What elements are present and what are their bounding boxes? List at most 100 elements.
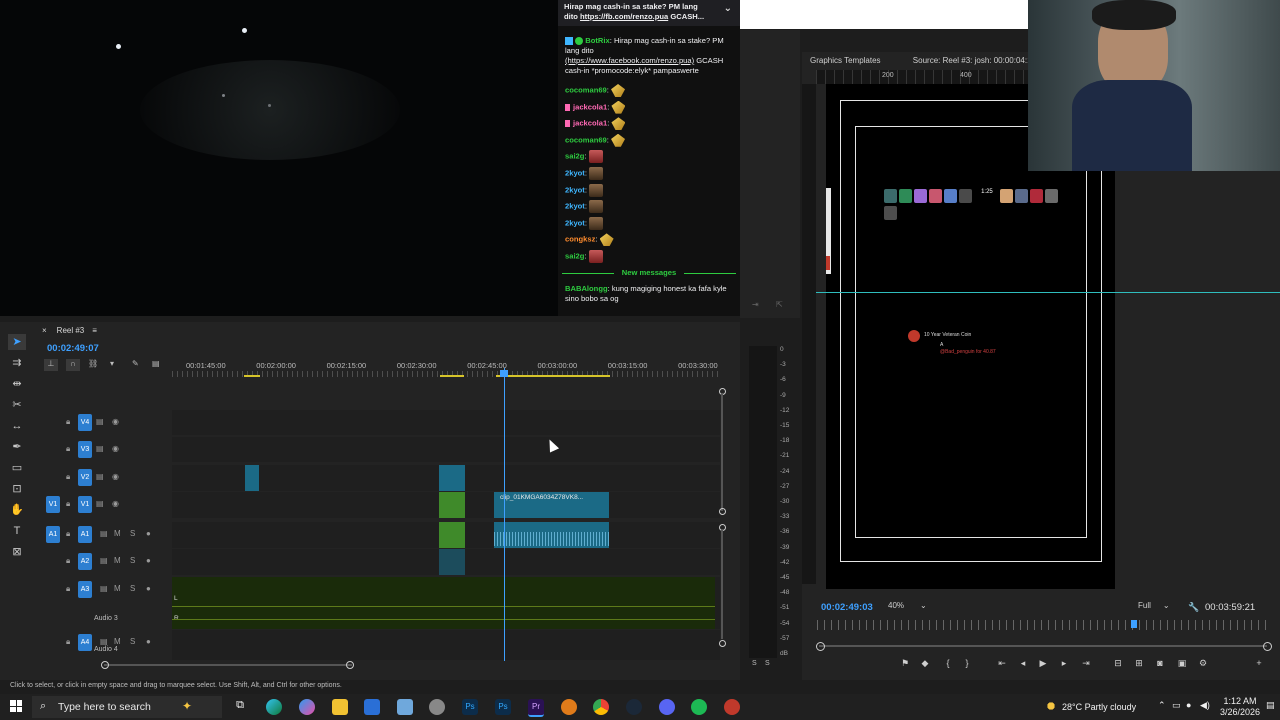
source-patch[interactable]: V1 bbox=[46, 496, 60, 513]
program-scrollbar[interactable] bbox=[819, 645, 1267, 647]
razor-tool-icon[interactable]: ✂ bbox=[8, 397, 26, 413]
track-target[interactable]: V1 bbox=[78, 496, 92, 513]
clip-v2[interactable] bbox=[439, 465, 465, 491]
copilot-icon[interactable] bbox=[299, 699, 315, 715]
snap-icon[interactable]: ⊥ bbox=[44, 359, 58, 371]
track-target[interactable]: A2 bbox=[78, 553, 92, 570]
windows-start-icon[interactable] bbox=[10, 700, 22, 712]
hand-tool-icon[interactable]: ✋ bbox=[8, 502, 26, 518]
app-icon[interactable] bbox=[397, 699, 413, 715]
scroll-handle-left[interactable] bbox=[816, 642, 825, 651]
wrench-icon[interactable]: ✎ bbox=[132, 359, 139, 368]
step-back-icon[interactable]: ◂ bbox=[1015, 656, 1031, 670]
selection-tool-icon[interactable]: ➤ bbox=[8, 334, 26, 350]
chrome-icon[interactable] bbox=[593, 699, 609, 715]
eye-icon[interactable]: ◉ bbox=[112, 499, 119, 508]
clip-v1-main[interactable]: clip_01KMGA6034Z78VK8... bbox=[494, 492, 609, 518]
source-patch[interactable]: A1 bbox=[46, 526, 60, 543]
lift-icon[interactable]: ⊟ bbox=[1110, 656, 1126, 670]
marker-icon[interactable]: ◆ bbox=[917, 656, 933, 670]
task-view-icon[interactable]: ⧉ bbox=[232, 699, 248, 715]
photoshop-icon-2[interactable]: Ps bbox=[495, 699, 511, 715]
menu-icon[interactable]: ≡ bbox=[92, 326, 97, 335]
media-app-icon[interactable] bbox=[561, 699, 577, 715]
solo-left[interactable]: S bbox=[752, 660, 757, 667]
mark-in-icon[interactable]: { bbox=[940, 656, 956, 670]
timeline-timecode[interactable]: 00:02:49:07 bbox=[47, 343, 99, 354]
playhead-line[interactable] bbox=[504, 368, 505, 661]
ripple-edit-icon[interactable]: ⇹ bbox=[8, 376, 26, 392]
close-icon[interactable]: × bbox=[42, 326, 47, 335]
solo-button[interactable]: S bbox=[130, 584, 135, 593]
new-messages-divider[interactable]: New messages bbox=[562, 268, 736, 278]
sync-icon[interactable]: ▤ bbox=[100, 637, 108, 646]
caption-track-icon[interactable]: ▤ bbox=[152, 359, 160, 368]
add-button-icon[interactable]: + bbox=[1251, 656, 1267, 670]
lock-icon[interactable]: 🔒︎ bbox=[66, 529, 70, 539]
discord-icon[interactable] bbox=[659, 699, 675, 715]
lock-icon[interactable]: 🔒︎ bbox=[66, 472, 70, 482]
sync-icon[interactable]: ▤ bbox=[100, 584, 108, 593]
tab-source[interactable]: Source: Reel #3: josh: 00:00:04:19 bbox=[913, 56, 1036, 65]
microphone-icon[interactable]: ● bbox=[146, 584, 151, 593]
panel-icon[interactable]: ⇥ bbox=[752, 300, 759, 309]
clock-time[interactable]: 1:12 AM bbox=[1220, 696, 1260, 706]
sequence-tab[interactable]: × Reel #3 ≡ bbox=[42, 326, 97, 335]
panel-icon[interactable]: ⇱ bbox=[776, 300, 783, 309]
weather-icon[interactable] bbox=[1044, 700, 1058, 712]
photoshop-icon[interactable]: Ps bbox=[462, 699, 478, 715]
mute-button[interactable]: M bbox=[114, 529, 121, 538]
mute-button[interactable]: M bbox=[114, 637, 121, 646]
linked-selection-icon[interactable]: ⛓ bbox=[88, 359, 98, 368]
obs-icon[interactable] bbox=[724, 699, 740, 715]
settings-icon[interactable] bbox=[429, 699, 445, 715]
mute-button[interactable]: M bbox=[114, 584, 121, 593]
solo-button[interactable]: S bbox=[130, 529, 135, 538]
h-scroll-handle-left[interactable] bbox=[101, 661, 109, 669]
timeline-ruler[interactable]: 00:01:45:00 00:02:00:00 00:02:15:00 00:02:3… bbox=[172, 357, 720, 381]
add-marker-icon[interactable]: ▾ bbox=[110, 359, 114, 368]
mark-out-icon[interactable]: } bbox=[959, 656, 975, 670]
sync-icon[interactable]: ▤ bbox=[96, 472, 104, 481]
tab-graphics-templates[interactable]: Graphics Templates bbox=[810, 56, 881, 65]
network-icon[interactable]: ▭ bbox=[1172, 700, 1181, 711]
solo-right[interactable]: S bbox=[765, 660, 770, 667]
type-tool-icon[interactable]: T bbox=[8, 523, 26, 539]
scroll-handle-right[interactable] bbox=[1263, 642, 1272, 651]
microphone-icon[interactable]: ● bbox=[146, 529, 151, 538]
clip-a1-green[interactable] bbox=[439, 522, 465, 548]
lock-icon[interactable]: 🔒︎ bbox=[66, 637, 70, 647]
lock-icon[interactable]: 🔒︎ bbox=[66, 556, 70, 566]
weather-text[interactable]: 28°C Partly cloudy bbox=[1062, 702, 1136, 712]
volume-icon[interactable]: ◀) bbox=[1200, 700, 1210, 711]
eye-icon[interactable]: ◉ bbox=[112, 444, 119, 453]
microphone-icon[interactable]: ● bbox=[146, 556, 151, 565]
camera-icon[interactable]: ◙ bbox=[1152, 656, 1168, 670]
notification-icon[interactable]: ▤ bbox=[1266, 700, 1275, 711]
steam-icon[interactable] bbox=[626, 699, 642, 715]
track-target[interactable]: V3 bbox=[78, 441, 92, 458]
play-icon[interactable]: ▶ bbox=[1035, 656, 1051, 670]
track-target[interactable]: A4 bbox=[78, 634, 92, 651]
file-explorer-icon[interactable] bbox=[332, 699, 348, 715]
solo-button[interactable]: S bbox=[130, 556, 135, 565]
crop-tool-icon[interactable]: ⊡ bbox=[8, 481, 26, 497]
sync-icon[interactable]: ▤ bbox=[96, 444, 104, 453]
spotify-icon[interactable] bbox=[691, 699, 707, 715]
sync-icon[interactable]: ▤ bbox=[96, 417, 104, 426]
track-target[interactable]: V2 bbox=[78, 469, 92, 486]
timeline-vertical-scrollbar[interactable] bbox=[719, 388, 726, 650]
h-scroll-handle-right[interactable] bbox=[346, 661, 354, 669]
track-select-icon[interactable]: ⇉ bbox=[8, 355, 26, 371]
slip-tool-icon[interactable]: ↔ bbox=[8, 418, 26, 434]
eye-icon[interactable]: ◉ bbox=[112, 417, 119, 426]
lock-icon[interactable]: 🔒︎ bbox=[66, 499, 70, 509]
premiere-icon[interactable]: Pr bbox=[528, 699, 544, 717]
program-playhead[interactable] bbox=[1131, 620, 1137, 628]
clip-a2[interactable] bbox=[439, 549, 465, 575]
step-forward-icon[interactable]: ▸ bbox=[1056, 656, 1072, 670]
track-target[interactable]: A1 bbox=[78, 526, 92, 543]
chevron-down-icon[interactable]: ⌄ bbox=[724, 4, 732, 14]
store-icon[interactable] bbox=[364, 699, 380, 715]
clip-v1-green[interactable] bbox=[439, 492, 465, 518]
